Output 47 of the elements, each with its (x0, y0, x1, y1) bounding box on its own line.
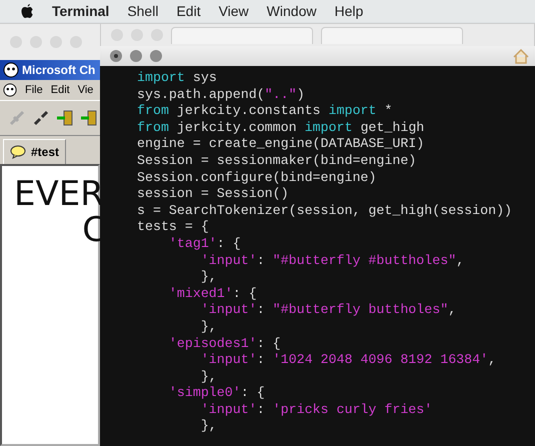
menu-item[interactable]: Edit (50, 84, 70, 96)
door-icon[interactable] (80, 109, 98, 127)
chat-tab[interactable]: #test (3, 139, 66, 164)
door-icon[interactable] (56, 109, 74, 127)
code-line: session = Session() (137, 186, 289, 203)
code-line: }, (200, 318, 217, 336)
window-title: Microsoft Ch (22, 63, 96, 77)
code-line: 'simple0': { (168, 385, 265, 402)
zoom-icon[interactable] (150, 50, 162, 62)
code-line: 'mixed1': { (168, 286, 257, 302)
minimize-icon[interactable] (130, 50, 142, 62)
menu-item[interactable]: Window (266, 3, 316, 19)
chat-text: EVER (14, 176, 104, 212)
code-line: from jerkcity.common import get_high (137, 120, 424, 136)
face-icon (3, 62, 19, 78)
browser-tab[interactable] (171, 26, 313, 44)
code-line: 'input': "#butterfly #buttholes", (200, 252, 464, 270)
close-icon[interactable] (110, 50, 122, 62)
code-line: 'input': '1024 2048 4096 8192 16384', (200, 352, 496, 369)
code-line: engine = create_engine(DATABASE_URI) (137, 136, 424, 153)
code-line: sys.path.append("..") (137, 86, 305, 104)
code-line: import sys (137, 70, 217, 87)
plug-icon[interactable] (32, 109, 50, 127)
code-line: from jerkcity.constants import * (137, 103, 392, 120)
code-line: s = SearchTokenizer(session, get_high(session)) (137, 202, 512, 220)
face-icon (3, 83, 17, 97)
menu-item[interactable]: Vie (78, 84, 94, 96)
apple-logo-icon[interactable] (21, 4, 34, 18)
browser-tab[interactable] (321, 26, 463, 44)
code-line: 'tag1': { (168, 236, 241, 253)
speech-bubble-icon (10, 145, 26, 159)
code-line: }, (200, 269, 217, 286)
code-line: tests = { (137, 219, 209, 236)
code-line: Session.configure(bind=engine) (137, 170, 376, 186)
code-line: 'episodes1': { (168, 336, 281, 352)
menu-item[interactable]: Help (334, 3, 364, 19)
code-line: Session = sessionmaker(bind=engine) (137, 152, 416, 170)
code-line: }, (200, 368, 217, 386)
code-line: 'input': "#butterfly buttholes", (200, 302, 456, 319)
menu-item[interactable]: View (218, 3, 249, 19)
home-icon[interactable] (513, 48, 529, 64)
menu-item[interactable]: Edit (176, 3, 201, 19)
code-line: 'input': 'pricks curly fries' (200, 402, 432, 418)
menu-item[interactable]: File (25, 84, 43, 96)
menu-app-name[interactable]: Terminal (52, 3, 110, 19)
code-line: }, (200, 418, 217, 436)
menu-item[interactable]: Shell (127, 3, 158, 19)
